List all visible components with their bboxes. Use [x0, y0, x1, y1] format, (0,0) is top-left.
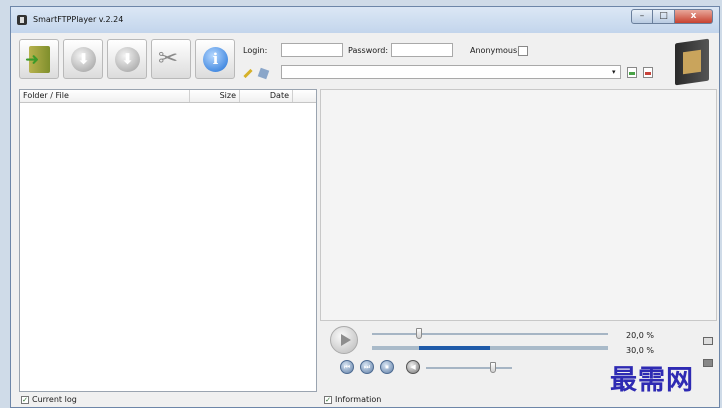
- anonymous-checkbox[interactable]: [518, 46, 528, 56]
- seek-track[interactable]: [372, 333, 608, 335]
- maximize-button[interactable]: □: [653, 9, 675, 24]
- fullscreen-icon[interactable]: [703, 337, 713, 345]
- login-input[interactable]: [281, 43, 343, 57]
- edit-icon[interactable]: [243, 68, 253, 79]
- info-icon: i: [203, 47, 228, 72]
- password-input[interactable]: [391, 43, 453, 57]
- anonymous-label: Anonymous: [470, 46, 518, 55]
- arrow-down-icon: ⬇: [71, 47, 96, 72]
- volume-track[interactable]: [426, 367, 512, 369]
- watermark-logo: 最需网: [610, 365, 694, 396]
- film-logo-icon: [675, 38, 709, 86]
- remove-bookmark-icon[interactable]: [643, 67, 653, 78]
- login-label: Login:: [243, 46, 268, 55]
- position-percent: 20,0 %: [626, 331, 654, 340]
- volume-percent: 30,0 %: [626, 346, 654, 355]
- information-checkbox[interactable]: ✓: [324, 396, 332, 404]
- exit-door-icon: [25, 46, 50, 73]
- current-log-label: Current log: [32, 395, 77, 404]
- next-button[interactable]: ⏭: [360, 360, 374, 374]
- file-list-panel[interactable]: Folder / File Size Date: [19, 89, 317, 392]
- password-label: Password:: [348, 46, 389, 55]
- column-date[interactable]: Date: [240, 90, 293, 102]
- exit-button[interactable]: [19, 39, 59, 79]
- information-label: Information: [335, 395, 382, 404]
- current-log-checkbox[interactable]: ✓: [21, 396, 29, 404]
- toolbar: ⬇ ⬇ ✂ i Login: Password: Anonymous ▾: [11, 33, 719, 93]
- tools-icon: ✂: [158, 44, 179, 72]
- download-button[interactable]: ⬇: [63, 39, 103, 79]
- progress-bar: [372, 346, 608, 350]
- address-combobox[interactable]: [281, 65, 621, 79]
- play-button[interactable]: [330, 326, 358, 354]
- title-bar: SmartFTPPlayer v.2.24 – □ x: [11, 7, 719, 33]
- download-all-button[interactable]: ⬇: [107, 39, 147, 79]
- seek-slider-thumb[interactable]: [416, 328, 423, 339]
- progress-bar-fill: [419, 346, 490, 350]
- window-title: SmartFTPPlayer v.2.24: [33, 15, 124, 24]
- volume-slider-thumb[interactable]: [490, 362, 497, 373]
- previous-button[interactable]: ⏮: [340, 360, 354, 374]
- stop-button[interactable]: ⏹: [380, 360, 394, 374]
- settings-button[interactable]: ✂: [151, 39, 191, 79]
- app-icon: [17, 15, 27, 25]
- connect-icon[interactable]: [257, 67, 270, 80]
- file-list-header: Folder / File Size Date: [20, 90, 316, 103]
- column-folder-file[interactable]: Folder / File: [20, 90, 190, 102]
- speaker-icon[interactable]: ◀: [406, 360, 420, 374]
- app-window: SmartFTPPlayer v.2.24 – □ x ⬇ ⬇ ✂ i Logi…: [10, 6, 720, 408]
- arrow-down-icon: ⬇: [115, 47, 140, 72]
- info-button[interactable]: i: [195, 39, 235, 79]
- minimize-button[interactable]: –: [631, 9, 653, 24]
- chevron-down-icon[interactable]: ▾: [612, 68, 616, 76]
- column-size[interactable]: Size: [190, 90, 240, 102]
- save-icon[interactable]: [703, 359, 713, 367]
- close-button[interactable]: x: [675, 9, 713, 24]
- add-bookmark-icon[interactable]: [627, 67, 637, 78]
- video-display-area: [320, 89, 717, 321]
